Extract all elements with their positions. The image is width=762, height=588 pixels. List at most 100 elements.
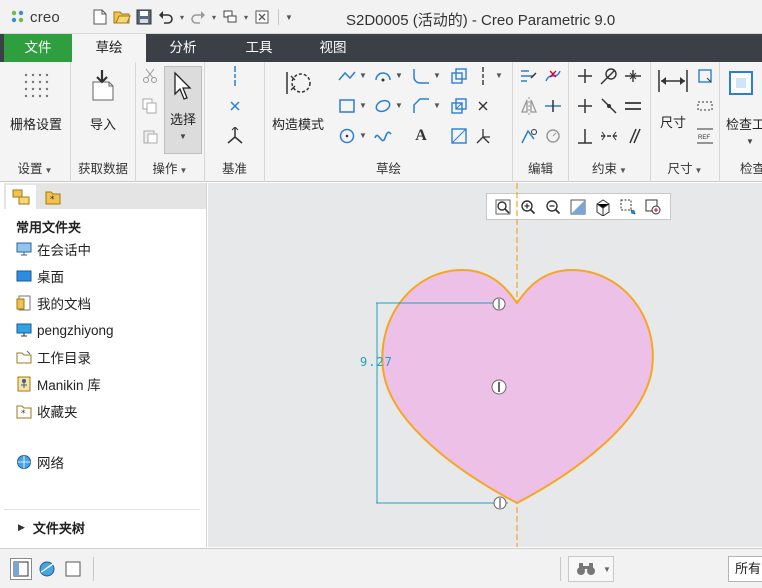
dimension-value[interactable]: 9.27 (360, 355, 393, 369)
point-icon[interactable] (473, 96, 493, 116)
select-button[interactable]: 选择 ▼ (164, 66, 202, 154)
group-operations-label[interactable]: 操作 ▼ (136, 158, 204, 177)
chevron-down-icon[interactable]: ▼ (359, 71, 367, 80)
vertical-constraint-icon[interactable] (575, 66, 595, 86)
centerline-sketch-icon[interactable] (473, 66, 493, 86)
display-style-icon[interactable] (592, 196, 614, 218)
undo-icon[interactable] (156, 8, 176, 26)
chevron-down-icon[interactable]: ▼ (433, 101, 441, 110)
full-screen-icon[interactable] (62, 558, 84, 580)
thicken-icon[interactable] (449, 96, 469, 116)
chevron-down-icon[interactable]: ▼ (359, 131, 367, 140)
rotate-icon[interactable] (543, 126, 563, 146)
toggle-navigator-icon[interactable] (10, 558, 32, 580)
repaint-icon[interactable] (567, 196, 589, 218)
coordinate-system-icon[interactable] (225, 126, 245, 146)
midpoint-constraint-icon[interactable] (623, 66, 643, 86)
perpendicular-constraint-icon[interactable] (575, 126, 595, 146)
chamfer-icon[interactable] (411, 96, 431, 116)
ellipse-icon[interactable] (373, 96, 393, 116)
zoom-in-icon[interactable] (517, 196, 539, 218)
rectangle-icon[interactable] (337, 96, 357, 116)
palette-icon[interactable] (449, 126, 469, 146)
logo-text: creo (30, 8, 60, 26)
perimeter-icon[interactable] (695, 66, 715, 86)
coordinate-system-sketch-icon[interactable] (473, 126, 493, 146)
nav-item-desktop[interactable]: 桌面 (16, 266, 64, 286)
offset-icon[interactable] (449, 66, 469, 86)
tab-view[interactable]: 视图 (296, 34, 370, 62)
tab-sketch[interactable]: 草绘 (72, 34, 146, 62)
regenerate-icon[interactable] (220, 8, 240, 26)
datum-point-icon[interactable] (225, 96, 245, 116)
paste-icon[interactable] (140, 126, 160, 146)
inspect-button[interactable]: 检查工 ▼ (726, 68, 762, 146)
chevron-down-icon[interactable]: ▼ (395, 71, 403, 80)
close-window-icon[interactable] (252, 8, 272, 26)
customize-icon[interactable]: ▼ (285, 8, 293, 26)
parallel-constraint-icon[interactable] (623, 126, 643, 146)
saved-orientations-icon[interactable] (617, 196, 639, 218)
group-dimension-label[interactable]: 尺寸 ▼ (651, 158, 719, 177)
import-button[interactable]: 导入 (73, 68, 133, 133)
baseline-icon[interactable] (695, 96, 715, 116)
coincident-constraint-icon[interactable] (599, 96, 619, 116)
group-setup-label[interactable]: 设置 ▼ (0, 158, 70, 177)
equal-constraint-icon[interactable] (623, 96, 643, 116)
tangent-constraint-icon[interactable] (599, 66, 619, 86)
nav-item-manikin-library[interactable]: Manikin 库 (16, 374, 101, 394)
favorites-tab[interactable]: * (38, 185, 68, 209)
find-filter-button[interactable]: ▼ (568, 556, 614, 582)
undo-dropdown-icon[interactable]: ▾ (178, 8, 186, 26)
nav-item-working-directory[interactable]: 工作目录 (16, 347, 91, 367)
nav-item-my-documents[interactable]: 我的文档 (16, 293, 91, 313)
circle-icon[interactable] (337, 126, 357, 146)
centerline-icon[interactable] (225, 66, 245, 86)
grid-settings-button[interactable]: 栅格设置 (6, 70, 66, 133)
nav-item-computer[interactable]: pengzhiyong (16, 320, 114, 340)
selection-filter-select[interactable]: 所有 (728, 556, 762, 582)
browser-icon[interactable] (36, 558, 58, 580)
divide-icon[interactable] (543, 96, 563, 116)
chevron-down-icon[interactable]: ▼ (433, 71, 441, 80)
spline-icon[interactable] (373, 126, 393, 146)
tab-tools[interactable]: 工具 (222, 34, 296, 62)
copy-icon[interactable] (140, 96, 160, 116)
new-icon[interactable] (90, 8, 110, 26)
group-constrain-label[interactable]: 约束 ▼ (569, 158, 650, 177)
fillet-icon[interactable] (411, 66, 431, 86)
chevron-down-icon[interactable]: ▼ (395, 101, 403, 110)
line-icon[interactable] (337, 66, 357, 86)
open-icon[interactable] (112, 8, 132, 26)
quick-access-toolbar: ▾ ▾ ▾ ▼ (90, 8, 293, 26)
redo-icon[interactable] (188, 8, 208, 26)
mirror-icon[interactable] (519, 96, 539, 116)
text-icon[interactable]: A (411, 126, 431, 146)
delete-segment-icon[interactable] (543, 66, 563, 86)
tab-analysis[interactable]: 分析 (146, 34, 220, 62)
save-icon[interactable] (134, 8, 154, 26)
nav-item-network[interactable]: 网络 (16, 452, 64, 472)
tab-file[interactable]: 文件 (4, 34, 72, 62)
zoom-out-icon[interactable] (542, 196, 564, 218)
rotate-resize-icon[interactable] (519, 126, 539, 146)
dimension-button[interactable]: 尺寸 (653, 68, 693, 131)
reference-icon[interactable]: REF (695, 126, 715, 146)
symmetric-constraint-icon[interactable] (599, 126, 619, 146)
nav-item-favorites[interactable]: * 收藏夹 (16, 401, 78, 421)
refit-icon[interactable] (492, 196, 514, 218)
modify-icon[interactable] (519, 66, 539, 86)
folder-tree-toggle[interactable]: ▶ 文件夹树 (4, 509, 200, 537)
graphics-window[interactable]: 9.27 (208, 183, 762, 547)
horizontal-constraint-icon[interactable] (575, 96, 595, 116)
regenerate-dropdown-icon[interactable]: ▾ (242, 8, 250, 26)
folder-browser-tab[interactable] (6, 185, 36, 209)
nav-item-in-session[interactable]: 在会话中 (16, 239, 91, 259)
redo-dropdown-icon[interactable]: ▾ (210, 8, 218, 26)
chevron-down-icon[interactable]: ▼ (495, 71, 503, 80)
sketch-display-filters-icon[interactable] (642, 196, 664, 218)
arc-icon[interactable] (373, 66, 393, 86)
construction-mode-button[interactable]: 构造模式 (267, 68, 329, 133)
chevron-down-icon[interactable]: ▼ (359, 101, 367, 110)
cut-icon[interactable] (140, 66, 160, 86)
